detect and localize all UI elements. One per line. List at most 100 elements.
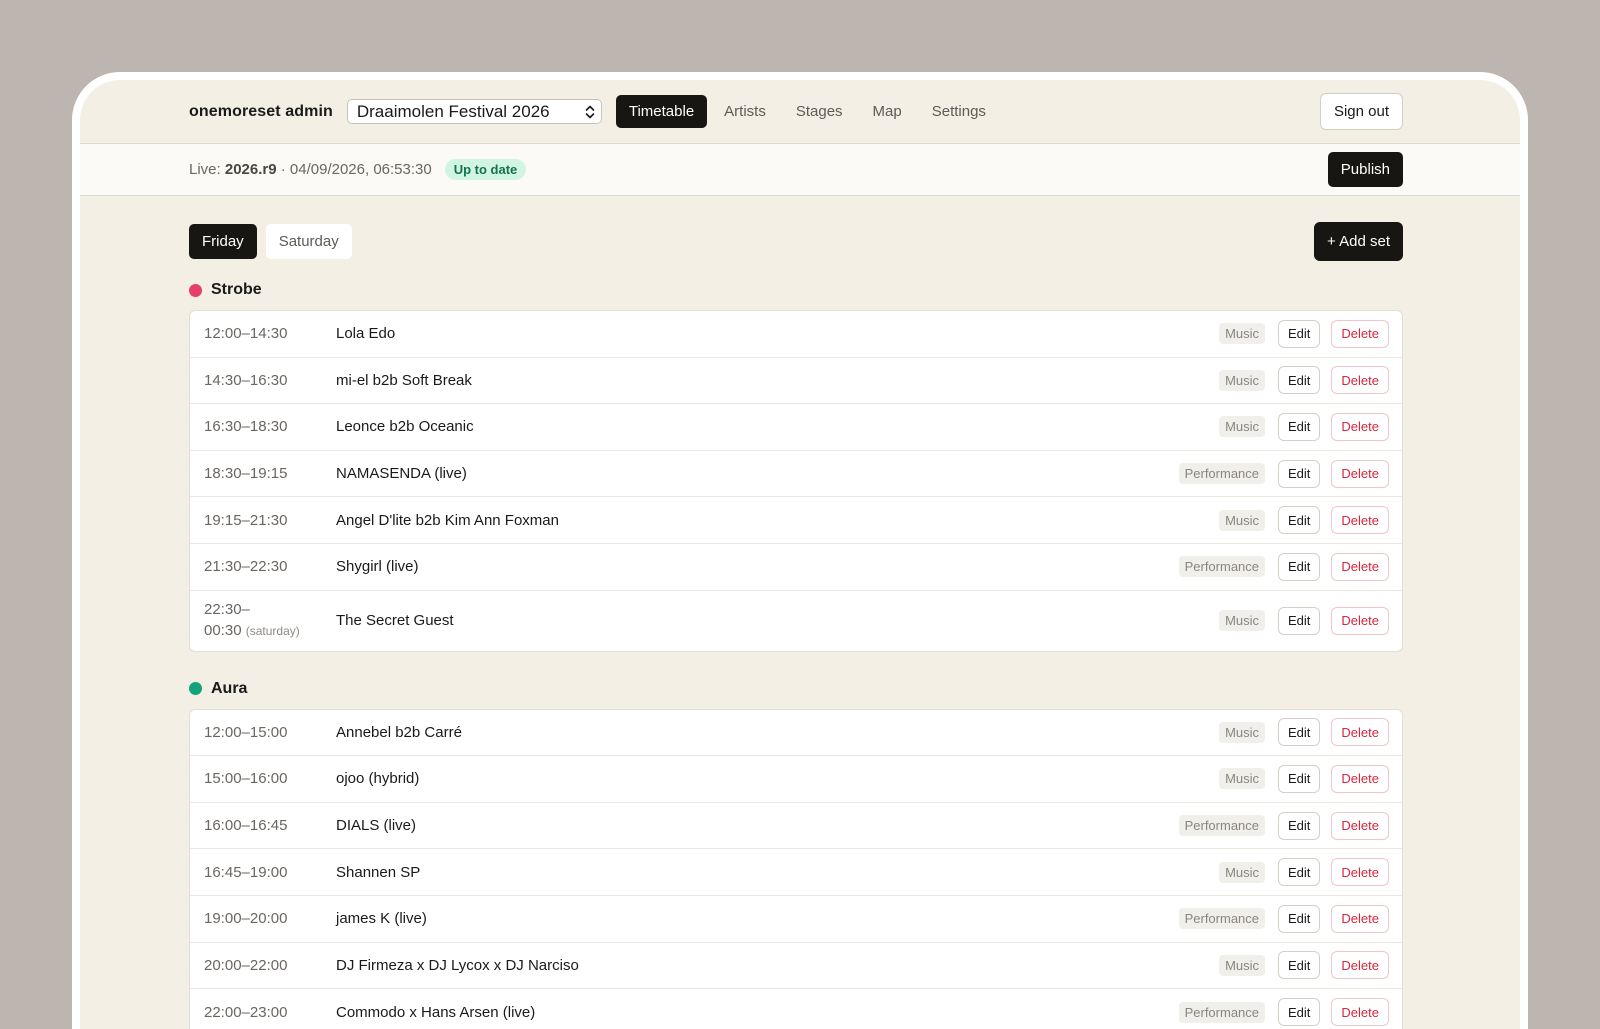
delete-button[interactable]: Delete bbox=[1331, 858, 1389, 887]
delete-button[interactable]: Delete bbox=[1331, 998, 1389, 1027]
set-artist: ojoo (hybrid) bbox=[336, 770, 420, 788]
tab-friday[interactable]: Friday bbox=[189, 224, 257, 259]
day-tabs: Friday Saturday + Add set bbox=[189, 222, 1403, 261]
publish-button[interactable]: Publish bbox=[1327, 152, 1403, 187]
table-row: 14:30–16:30 mi-el b2b Soft Break Music Edit… bbox=[190, 358, 1402, 405]
set-type-badge: Music bbox=[1219, 721, 1266, 743]
stage-name: Strobe bbox=[211, 281, 262, 298]
edit-button[interactable]: Edit bbox=[1278, 506, 1321, 535]
set-time-start: 22:30– bbox=[204, 601, 250, 619]
delete-button[interactable]: Delete bbox=[1331, 366, 1389, 395]
delete-button[interactable]: Delete bbox=[1331, 506, 1389, 535]
stage-header: Strobe bbox=[189, 281, 1403, 299]
stage-color-dot bbox=[189, 682, 202, 696]
set-type-badge: Performance bbox=[1178, 908, 1266, 930]
set-time: 19:15–21:30 bbox=[204, 511, 288, 529]
stage-table-strobe: 12:00–14:30 Lola Edo Music Edit Delete 14:30–… bbox=[189, 310, 1403, 652]
delete-button[interactable]: Delete bbox=[1331, 764, 1389, 793]
table-row: 20:00–22:00 DJ Firmeza x DJ Lycox x DJ Na… bbox=[190, 943, 1402, 990]
set-type-badge: Performance bbox=[1178, 463, 1266, 485]
delete-button[interactable]: Delete bbox=[1331, 811, 1389, 840]
edit-button[interactable]: Edit bbox=[1278, 858, 1321, 887]
set-artist: DJ Firmeza x DJ Lycox x DJ Narciso bbox=[336, 956, 579, 974]
set-time: 20:00–22:00 bbox=[204, 956, 288, 974]
edit-button[interactable]: Edit bbox=[1278, 951, 1321, 980]
set-artist: Lola Edo bbox=[336, 325, 396, 343]
set-time: 15:00–16:00 bbox=[204, 770, 288, 788]
delete-button[interactable]: Delete bbox=[1331, 951, 1389, 980]
stage-table-aura: 12:00–15:00 Annebel b2b Carré Music Edit Del… bbox=[189, 708, 1403, 1029]
set-artist: Leonce b2b Oceanic bbox=[336, 418, 474, 436]
sign-out-button[interactable]: Sign out bbox=[1319, 93, 1403, 130]
set-type-badge: Music bbox=[1219, 610, 1266, 632]
set-type-badge: Music bbox=[1219, 954, 1266, 976]
table-row: 16:45–19:00 Shannen SP Music Edit Delete bbox=[190, 849, 1402, 896]
edit-button[interactable]: Edit bbox=[1278, 366, 1321, 395]
edit-button[interactable]: Edit bbox=[1278, 459, 1321, 488]
add-set-button[interactable]: + Add set bbox=[1314, 222, 1403, 261]
delete-button[interactable]: Delete bbox=[1331, 319, 1389, 348]
top-nav: onemoreset admin Draaimolen Festival 202… bbox=[80, 80, 1520, 144]
set-time: 18:30–19:15 bbox=[204, 465, 288, 483]
set-time: 16:45–19:00 bbox=[204, 863, 288, 881]
table-row: 12:00–14:30 Lola Edo Music Edit Delete bbox=[190, 311, 1402, 358]
live-status: Live: 2026.r9 · 04/09/2026, 06:53:30 bbox=[189, 161, 432, 178]
edit-button[interactable]: Edit bbox=[1278, 552, 1321, 581]
table-row: 16:30–18:30 Leonce b2b Oceanic Music Edit De… bbox=[190, 404, 1402, 451]
edit-button[interactable]: Edit bbox=[1278, 998, 1321, 1027]
brand-name: onemoreset admin bbox=[189, 102, 333, 120]
set-artist: The Secret Guest bbox=[336, 612, 454, 630]
delete-button[interactable]: Delete bbox=[1331, 718, 1389, 747]
edit-button[interactable]: Edit bbox=[1278, 606, 1321, 635]
table-row: 19:00–20:00 james K (live) Performance Edit… bbox=[190, 896, 1402, 943]
table-row: 21:30–22:30 Shygirl (live) Performance Edit… bbox=[190, 544, 1402, 591]
set-type-badge: Music bbox=[1219, 323, 1266, 345]
live-separator: · bbox=[276, 161, 290, 178]
stage-color-dot bbox=[189, 283, 202, 297]
edit-button[interactable]: Edit bbox=[1278, 811, 1321, 840]
set-artist: Angel D'lite b2b Kim Ann Foxman bbox=[336, 511, 559, 529]
set-artist: Annebel b2b Carré bbox=[336, 723, 462, 741]
delete-button[interactable]: Delete bbox=[1331, 412, 1389, 441]
delete-button[interactable]: Delete bbox=[1331, 904, 1389, 933]
live-revision: 2026.r9 bbox=[224, 161, 277, 178]
set-artist: Commodo x Hans Arsen (live) bbox=[336, 1003, 536, 1021]
set-time: 22:00–23:00 bbox=[204, 1003, 288, 1021]
edit-button[interactable]: Edit bbox=[1278, 904, 1321, 933]
edit-button[interactable]: Edit bbox=[1278, 319, 1321, 348]
delete-button[interactable]: Delete bbox=[1331, 459, 1389, 488]
table-row: 19:15–21:30 Angel D'lite b2b Kim Ann Foxm… bbox=[190, 497, 1402, 544]
set-type-badge: Music bbox=[1219, 369, 1266, 391]
stage-header: Aura bbox=[189, 680, 1403, 698]
edit-button[interactable]: Edit bbox=[1278, 764, 1321, 793]
set-type-badge: Performance bbox=[1178, 556, 1266, 578]
main-content: Friday Saturday + Add set Strobe 12:00–14… bbox=[80, 196, 1520, 1029]
tab-stages[interactable]: Stages bbox=[783, 95, 856, 128]
set-artist: mi-el b2b Soft Break bbox=[336, 371, 472, 389]
set-time: 16:30–18:30 bbox=[204, 418, 288, 436]
tab-saturday[interactable]: Saturday bbox=[265, 224, 352, 259]
stages-list: Strobe 12:00–14:30 Lola Edo Music Edit Delete… bbox=[189, 281, 1403, 1029]
set-type-badge: Music bbox=[1219, 768, 1266, 790]
festival-select[interactable]: Draaimolen Festival 2026 bbox=[346, 99, 602, 124]
set-time: 22:30– 00:30 (saturday) bbox=[204, 599, 336, 642]
table-row: 12:00–15:00 Annebel b2b Carré Music Edit Del… bbox=[190, 710, 1402, 757]
delete-button[interactable]: Delete bbox=[1331, 606, 1389, 635]
tab-timetable[interactable]: Timetable bbox=[615, 95, 708, 128]
edit-button[interactable]: Edit bbox=[1278, 718, 1321, 747]
app-screen: onemoreset admin Draaimolen Festival 202… bbox=[80, 80, 1520, 1029]
chevron-updown-icon bbox=[585, 104, 595, 120]
set-type-badge: Music bbox=[1219, 509, 1266, 531]
tab-artists[interactable]: Artists bbox=[711, 95, 779, 128]
tab-map[interactable]: Map bbox=[860, 95, 915, 128]
set-time-end: 00:30 bbox=[204, 622, 242, 640]
tab-settings[interactable]: Settings bbox=[919, 95, 999, 128]
set-type-badge: Performance bbox=[1178, 815, 1266, 837]
delete-button[interactable]: Delete bbox=[1331, 552, 1389, 581]
edit-button[interactable]: Edit bbox=[1278, 412, 1321, 441]
table-row: 22:30– 00:30 (saturday) The Secret Guest Mu… bbox=[190, 591, 1402, 651]
set-time: 14:30–16:30 bbox=[204, 371, 288, 389]
set-artist: Shygirl (live) bbox=[336, 558, 419, 576]
table-row: 18:30–19:15 NAMASENDA (live) Performance Ed… bbox=[190, 451, 1402, 498]
stage-name: Aura bbox=[211, 679, 248, 697]
